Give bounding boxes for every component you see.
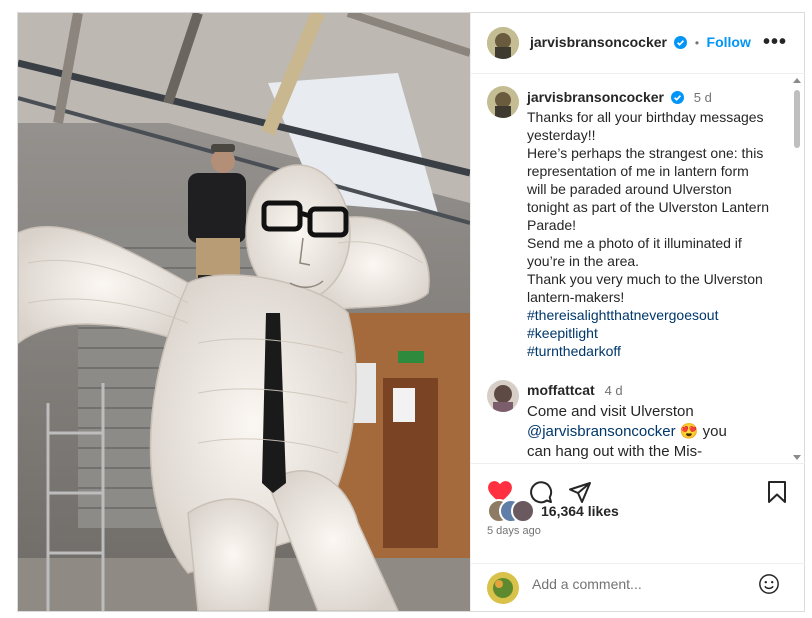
likes-count[interactable]: 16,364 likes bbox=[541, 503, 619, 519]
action-bar bbox=[471, 463, 805, 504]
post-image[interactable] bbox=[18, 13, 470, 611]
add-comment-input[interactable]: Add a comment... bbox=[532, 576, 642, 592]
caption-line: Thank you very much to the Ulverston bbox=[527, 271, 763, 287]
verified-badge-icon bbox=[674, 36, 688, 49]
caption-line: Here’s perhaps the strangest one: this bbox=[527, 145, 764, 161]
post-details-panel: jarvisbransoncocker • Follow ••• jarvisb… bbox=[470, 13, 805, 611]
caption-line: Thanks for all your birthday messages bbox=[527, 109, 764, 125]
emoji-icon[interactable] bbox=[758, 573, 780, 595]
author-avatar[interactable] bbox=[487, 27, 519, 59]
scroll-up-arrow-icon[interactable] bbox=[793, 78, 801, 83]
hashtag-link[interactable]: #turnthedarkoff bbox=[527, 342, 777, 360]
commenter-avatar-image bbox=[487, 380, 519, 412]
caption-username[interactable]: jarvisbransoncocker bbox=[527, 89, 664, 105]
comments-scrollbar[interactable] bbox=[793, 74, 801, 462]
follow-button[interactable]: Follow bbox=[707, 34, 751, 50]
header-author-row: jarvisbransoncocker • Follow bbox=[530, 34, 751, 52]
liker-avatar bbox=[511, 499, 535, 523]
post-header: jarvisbransoncocker • Follow ••• bbox=[471, 13, 805, 74]
hashtag-link[interactable]: #keepitlight bbox=[527, 324, 777, 342]
caption-line: lantern-makers! bbox=[527, 289, 625, 305]
caption-line: you’re in the area. bbox=[527, 253, 640, 269]
post-caption: jarvisbransoncocker 5 d Thanks for all y… bbox=[527, 88, 777, 360]
comment-line: Come and visit Ulverston bbox=[527, 403, 694, 420]
scrollbar-thumb[interactable] bbox=[794, 90, 800, 148]
caption-line: Send me a photo of it illuminated if bbox=[527, 235, 742, 251]
instagram-post-card: jarvisbransoncocker • Follow ••• jarvisb… bbox=[17, 12, 805, 612]
commenter-avatar[interactable] bbox=[487, 380, 519, 412]
caption-verified-badge-icon bbox=[670, 91, 684, 104]
more-options-icon[interactable]: ••• bbox=[763, 31, 787, 54]
post-age: 5 days ago bbox=[487, 525, 541, 537]
caption-time: 5 d bbox=[693, 90, 712, 105]
caption-line: will be paraded around Ulverston bbox=[527, 181, 732, 197]
current-user-avatar-image bbox=[487, 572, 519, 604]
bookmark-icon[interactable] bbox=[767, 480, 787, 504]
comment-text-tail: you bbox=[698, 423, 727, 440]
scroll-down-arrow-icon[interactable] bbox=[793, 455, 801, 460]
header-separator: • bbox=[694, 36, 700, 50]
current-user-avatar bbox=[487, 572, 519, 604]
comment-line-3: can hang out with the Mis- bbox=[527, 443, 703, 460]
caption-line: yesterday!! bbox=[527, 127, 596, 143]
hashtag-link[interactable]: #thereisalightthatnevergoesout bbox=[527, 306, 777, 324]
comment-mention[interactable]: @jarvisbransoncocker bbox=[527, 423, 676, 440]
add-comment-bar: Add a comment... bbox=[471, 563, 805, 612]
comment-icon[interactable] bbox=[529, 480, 553, 504]
author-username[interactable]: jarvisbransoncocker bbox=[530, 34, 667, 50]
caption-author-avatar[interactable] bbox=[487, 86, 519, 118]
comment-item: moffattcat 4 d Come and visit Ulverston … bbox=[527, 380, 777, 462]
share-icon[interactable] bbox=[568, 480, 592, 504]
avatar-image bbox=[487, 27, 519, 59]
caption-avatar-image bbox=[487, 86, 519, 118]
caption-line: tonight as part of the Ulverston Lantern bbox=[527, 199, 770, 215]
comments-scroll-area[interactable]: jarvisbransoncocker 5 d Thanks for all y… bbox=[471, 74, 805, 462]
comment-line-2: @jarvisbransoncocker 😍 you bbox=[527, 422, 777, 442]
caption-line: Parade! bbox=[527, 217, 577, 233]
comment-username[interactable]: moffattcat bbox=[527, 382, 595, 398]
comment-time: 4 d bbox=[604, 383, 623, 398]
caption-line: representation of me in lantern form bbox=[527, 163, 749, 179]
heart-eyes-emoji: 😍 bbox=[679, 423, 699, 440]
lantern-photo bbox=[18, 13, 470, 611]
